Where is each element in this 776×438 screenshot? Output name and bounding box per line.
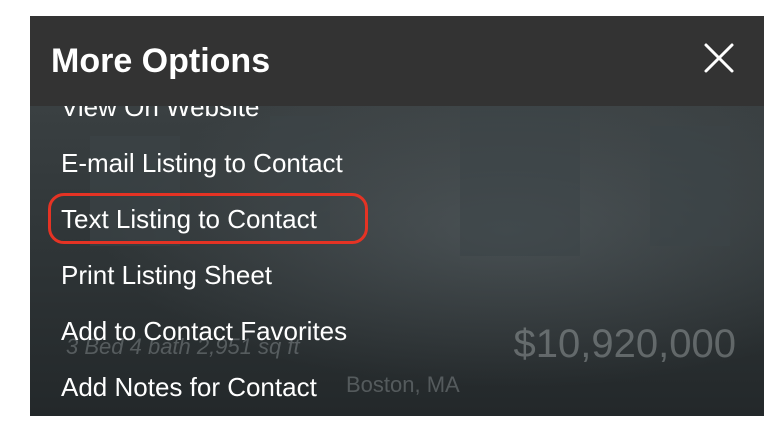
- dialog-title: More Options: [51, 42, 271, 80]
- property-price: $10,920,000: [513, 322, 736, 366]
- menu-item-print-listing-sheet[interactable]: Print Listing Sheet: [61, 260, 272, 290]
- close-icon-glyph: [704, 43, 734, 73]
- dialog-header: More Options: [30, 16, 764, 106]
- menu-item-email-listing[interactable]: E-mail Listing to Contact: [61, 148, 343, 178]
- menu-item-add-notes[interactable]: Add Notes for Contact: [61, 372, 317, 402]
- highlight-ring: [48, 193, 368, 244]
- skyline-shape: [460, 106, 580, 256]
- menu-item-add-to-favorites[interactable]: Add to Contact Favorites: [61, 316, 347, 346]
- close-icon[interactable]: [702, 41, 736, 75]
- more-options-sheet: 3 Bed 4 bath 2,951 sq ft $10,920,000 Bos…: [30, 16, 764, 416]
- property-address: Boston, MA: [346, 372, 460, 397]
- skyline-shape: [650, 126, 730, 246]
